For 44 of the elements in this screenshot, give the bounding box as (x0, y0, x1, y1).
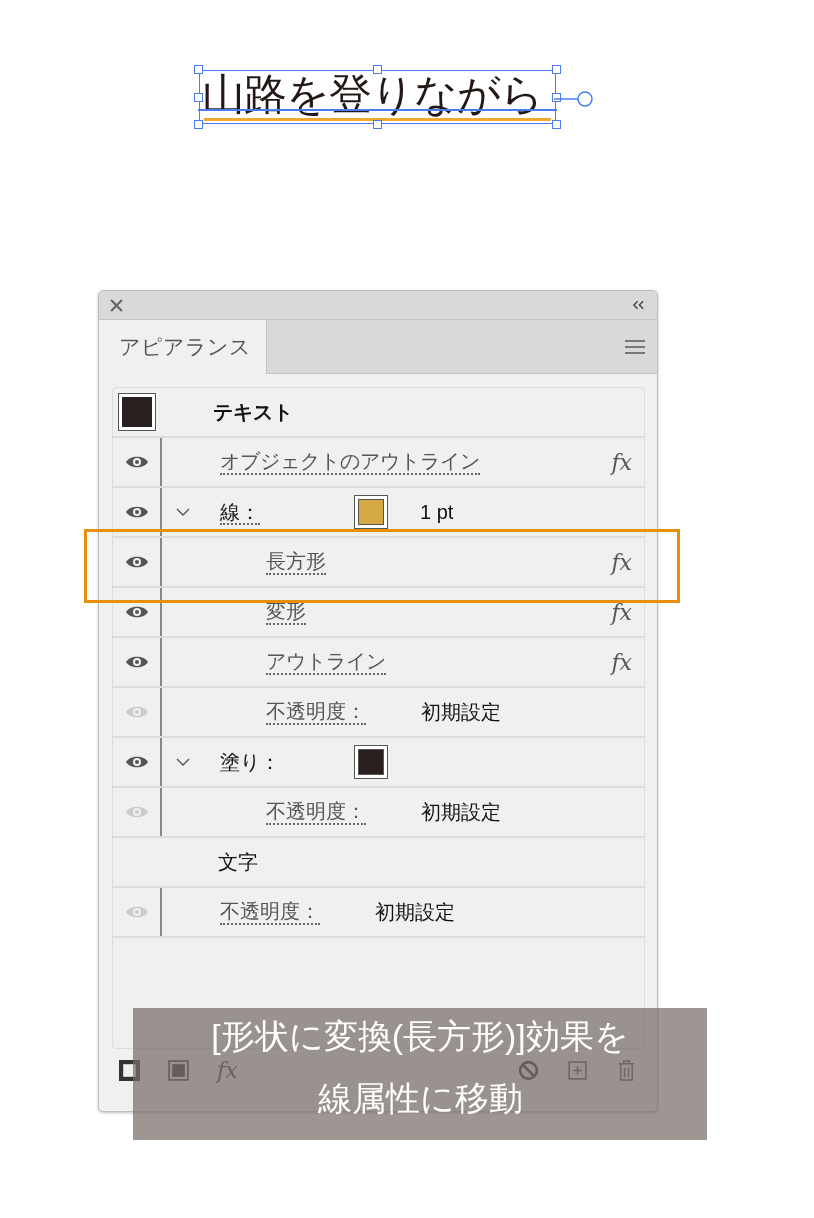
fx-label: fx (611, 649, 632, 675)
opacity-link[interactable]: 不透明度： (266, 699, 366, 725)
caption-text: 線属性に移動 (317, 1078, 523, 1118)
opacity-value: 初期設定 (421, 799, 501, 825)
resize-handle[interactable] (552, 93, 561, 102)
eye-icon[interactable] (124, 755, 149, 769)
effect-link[interactable]: 変形 (266, 599, 306, 625)
eye-icon[interactable] (124, 555, 149, 569)
effect-link[interactable]: アウトライン (266, 649, 386, 675)
object-label: テキスト (213, 399, 293, 425)
group-label: 文字 (218, 849, 258, 875)
chevron-icon[interactable] (176, 758, 190, 766)
color-swatch[interactable] (354, 745, 388, 779)
fx-label: fx (611, 449, 632, 475)
resize-handle[interactable] (194, 93, 203, 102)
resize-handle[interactable] (194, 65, 203, 74)
fill-label: 塗り： (220, 750, 280, 773)
chevron-icon[interactable] (176, 508, 190, 516)
resize-handle[interactable] (373, 65, 382, 74)
eye-icon[interactable] (124, 455, 149, 469)
color-swatch[interactable] (354, 495, 388, 529)
eye-icon[interactable] (124, 505, 149, 519)
resize-handle[interactable] (373, 120, 382, 129)
fx-label: fx (611, 599, 632, 625)
opacity-link[interactable]: 不透明度： (266, 799, 366, 825)
eye-icon[interactable] (124, 605, 149, 619)
stroke-weight[interactable]: 1 pt (420, 500, 454, 524)
stroke-label[interactable]: 線： (220, 501, 260, 525)
opacity-value: 初期設定 (375, 899, 455, 925)
resize-handle[interactable] (194, 120, 203, 129)
opacity-link[interactable]: 不透明度： (220, 899, 320, 925)
effect-link[interactable]: 長方形 (266, 549, 326, 575)
fx-label: fx (611, 549, 632, 575)
resize-handle[interactable] (552, 120, 561, 129)
menu-icon[interactable] (625, 339, 645, 354)
caption-text: [形状に変換(長方形)]効果を (211, 1016, 629, 1056)
resize-handle[interactable] (552, 65, 561, 74)
close-icon[interactable] (110, 298, 123, 312)
panel-tab[interactable]: アピアランス (99, 320, 267, 374)
collapse-icon[interactable] (632, 300, 645, 310)
effect-link[interactable]: オブジェクトのアウトライン (220, 449, 480, 475)
text-path-handle[interactable] (554, 90, 594, 108)
eye-icon[interactable] (124, 655, 149, 669)
opacity-value: 初期設定 (421, 699, 501, 725)
